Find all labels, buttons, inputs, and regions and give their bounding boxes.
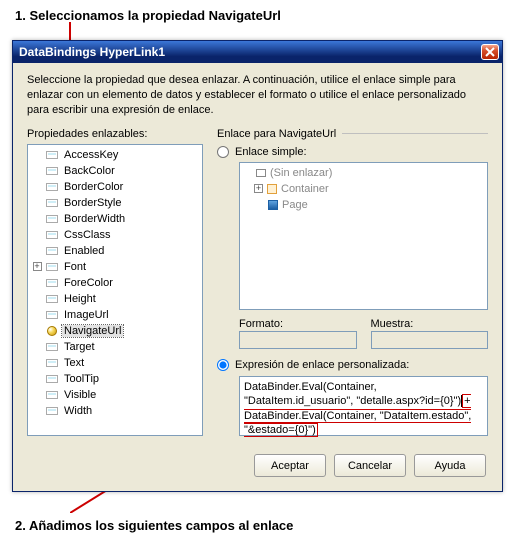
dialog-title: DataBindings HyperLink1	[19, 45, 481, 59]
prop-row-width[interactable]: Width	[30, 403, 200, 419]
prop-label: Visible	[62, 389, 98, 401]
binding-source-label: Container	[281, 183, 329, 195]
property-icon	[44, 309, 60, 321]
prop-label: ToolTip	[62, 373, 101, 385]
muestra-input	[371, 331, 489, 349]
unbound-icon	[254, 167, 268, 179]
prop-row-font[interactable]: + Font	[30, 259, 200, 275]
property-icon	[44, 261, 60, 273]
prop-row-text[interactable]: Text	[30, 355, 200, 371]
expand-icon[interactable]: +	[254, 184, 263, 193]
custom-expr-label: Expresión de enlace personalizada:	[235, 359, 409, 371]
formato-label: Formato:	[239, 318, 357, 330]
prop-label: AccessKey	[62, 149, 120, 161]
property-icon	[44, 293, 60, 305]
prop-label: ForeColor	[62, 277, 115, 289]
property-icon	[44, 341, 60, 353]
prop-row-target[interactable]: Target	[30, 339, 200, 355]
property-icon	[44, 357, 60, 369]
property-icon	[44, 277, 60, 289]
prop-row-height[interactable]: Height	[30, 291, 200, 307]
bound-property-icon	[44, 325, 60, 337]
simple-binding-label: Enlace simple:	[235, 146, 307, 158]
titlebar[interactable]: DataBindings HyperLink1	[13, 41, 502, 63]
ok-button[interactable]: Aceptar	[254, 454, 326, 477]
expr-part-1: DataBinder.Eval(Container, "DataItem.id_…	[244, 381, 461, 407]
custom-expr-radio[interactable]	[217, 359, 229, 371]
dialog-button-bar: Aceptar Cancelar Ayuda	[13, 446, 502, 491]
property-icon	[44, 229, 60, 241]
prop-label: Text	[62, 357, 86, 369]
binding-source-row[interactable]: (Sin enlazar)	[242, 165, 485, 181]
prop-row-bordercolor[interactable]: BorderColor	[30, 179, 200, 195]
simple-binding-radio[interactable]	[217, 146, 229, 158]
help-button[interactable]: Ayuda	[414, 454, 486, 477]
bindable-props-tree[interactable]: AccessKey BackColor BorderColor BorderStyle…	[27, 144, 203, 436]
simple-binding-tree[interactable]: (Sin enlazar) + Container Page	[239, 162, 488, 310]
cancel-button[interactable]: Cancelar	[334, 454, 406, 477]
prop-label: BorderColor	[62, 181, 125, 193]
page-icon	[266, 199, 280, 211]
prop-row-visible[interactable]: Visible	[30, 387, 200, 403]
expand-icon[interactable]: +	[33, 262, 42, 271]
prop-label: BorderWidth	[62, 213, 127, 225]
databindings-dialog: DataBindings HyperLink1 Seleccione la pr…	[12, 40, 503, 492]
prop-row-navigateurl[interactable]: NavigateUrl	[30, 323, 200, 339]
prop-row-tooltip[interactable]: ToolTip	[30, 371, 200, 387]
formato-input[interactable]	[239, 331, 357, 349]
prop-label: Height	[62, 293, 98, 305]
property-icon	[44, 165, 60, 177]
property-icon	[44, 213, 60, 225]
prop-row-enabled[interactable]: Enabled	[30, 243, 200, 259]
binding-source-row[interactable]: + Container	[242, 181, 485, 197]
prop-label: BorderStyle	[62, 197, 123, 209]
prop-label: Enabled	[62, 245, 106, 257]
prop-label: Font	[62, 261, 88, 273]
annotation-step-2: 2. Añadimos los siguientes campos al enl…	[15, 518, 293, 533]
prop-row-backcolor[interactable]: BackColor	[30, 163, 200, 179]
prop-row-borderwidth[interactable]: BorderWidth	[30, 211, 200, 227]
property-icon	[44, 405, 60, 417]
property-icon	[44, 149, 60, 161]
container-icon	[265, 183, 279, 195]
property-icon	[44, 181, 60, 193]
prop-label: BackColor	[62, 165, 117, 177]
property-icon	[44, 245, 60, 257]
binding-for-header: Enlace para NavigateUrl	[217, 128, 488, 140]
custom-expr-input[interactable]: DataBinder.Eval(Container, "DataItem.id_…	[239, 376, 488, 436]
prop-row-borderstyle[interactable]: BorderStyle	[30, 195, 200, 211]
prop-row-imageurl[interactable]: ImageUrl	[30, 307, 200, 323]
binding-source-label: (Sin enlazar)	[270, 167, 332, 179]
close-icon	[485, 47, 495, 57]
prop-label: NavigateUrl	[62, 325, 123, 337]
muestra-label: Muestra:	[371, 318, 489, 330]
bindable-props-label: Propiedades enlazables:	[27, 128, 203, 140]
property-icon	[44, 389, 60, 401]
prop-row-accesskey[interactable]: AccessKey	[30, 147, 200, 163]
simple-binding-radio-row[interactable]: Enlace simple:	[217, 146, 488, 158]
prop-label: Width	[62, 405, 94, 417]
binding-source-label: Page	[282, 199, 308, 211]
property-icon	[44, 373, 60, 385]
close-button[interactable]	[481, 44, 499, 60]
dialog-instruction: Seleccione la propiedad que desea enlaza…	[27, 73, 488, 118]
prop-row-cssclass[interactable]: CssClass	[30, 227, 200, 243]
annotation-step-1: 1. Seleccionamos la propiedad NavigateUr…	[15, 8, 281, 23]
prop-row-forecolor[interactable]: ForeColor	[30, 275, 200, 291]
custom-expr-radio-row[interactable]: Expresión de enlace personalizada:	[217, 359, 488, 371]
prop-label: Target	[62, 341, 97, 353]
prop-label: CssClass	[62, 229, 112, 241]
prop-label: ImageUrl	[62, 309, 111, 321]
binding-source-row[interactable]: Page	[242, 197, 485, 213]
property-icon	[44, 197, 60, 209]
